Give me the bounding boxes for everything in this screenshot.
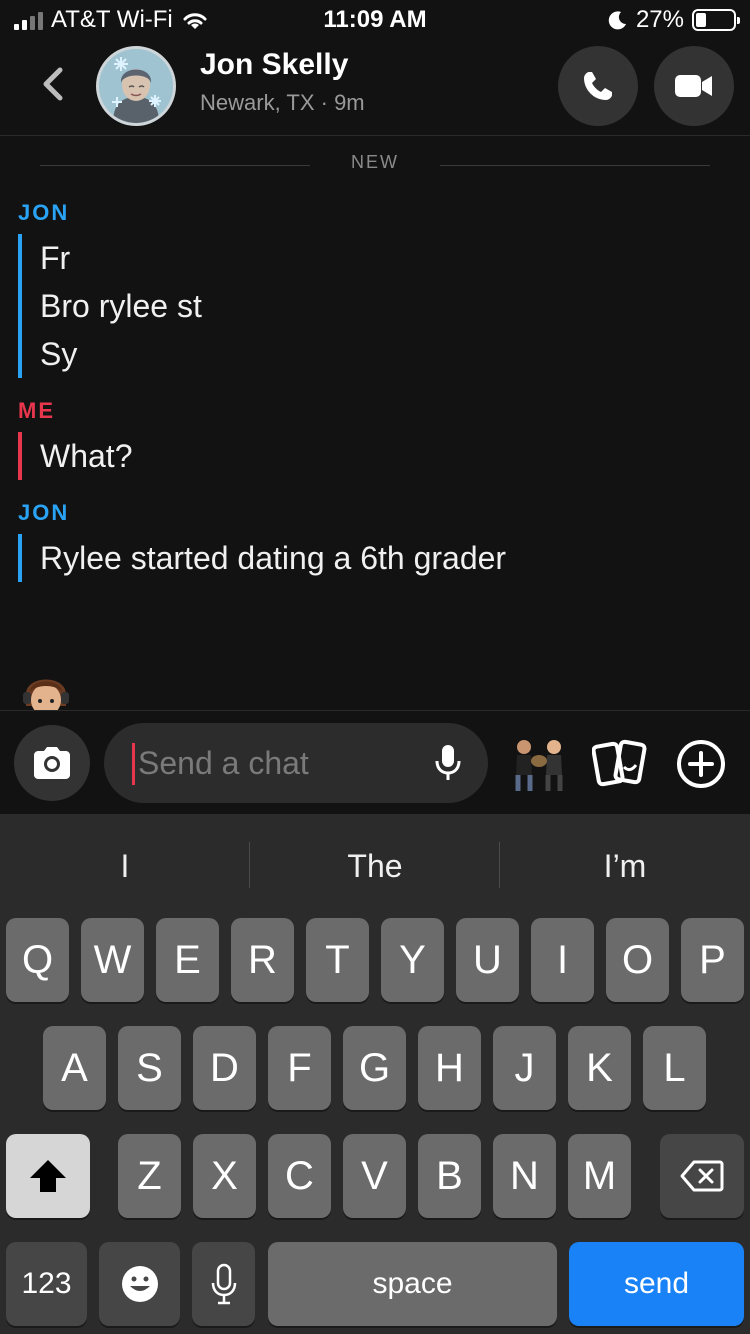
battery-icon xyxy=(692,9,740,31)
video-call-button[interactable] xyxy=(654,46,734,126)
key-z[interactable]: Z xyxy=(118,1134,181,1218)
message-text[interactable]: What? xyxy=(40,432,132,480)
emoji-icon xyxy=(121,1266,158,1302)
message-text[interactable]: Bro rylee st xyxy=(40,282,202,330)
quicktype-bar: I The I’m xyxy=(0,814,750,914)
microphone-icon xyxy=(211,1263,236,1305)
divider-label: NEW xyxy=(351,152,399,172)
backspace-icon xyxy=(680,1160,724,1192)
key-l[interactable]: L xyxy=(643,1026,706,1110)
back-chevron-icon[interactable] xyxy=(34,64,74,104)
phone-icon xyxy=(584,72,612,100)
key-n[interactable]: N xyxy=(493,1134,556,1218)
key-e[interactable]: E xyxy=(156,918,219,1002)
suggestion-1[interactable]: I xyxy=(0,842,250,890)
suggestion-2[interactable]: The xyxy=(250,842,500,890)
contact-name[interactable]: Jon Skelly xyxy=(200,48,348,82)
chat-input-bar: Send a chat xyxy=(0,710,750,814)
text-caret xyxy=(132,743,135,785)
message-group: Rylee started dating a 6th grader xyxy=(18,534,506,582)
key-q[interactable]: Q xyxy=(6,918,69,1002)
send-key[interactable]: send xyxy=(569,1242,744,1326)
bitmoji-button[interactable] xyxy=(508,735,572,795)
sender-label: JON xyxy=(18,500,70,525)
key-w[interactable]: W xyxy=(81,918,144,1002)
battery-percent: 27% xyxy=(635,6,684,33)
key-s[interactable]: S xyxy=(118,1026,181,1110)
bitmoji-peek-icon xyxy=(23,679,69,710)
cards-icon xyxy=(591,739,647,787)
key-u[interactable]: U xyxy=(456,918,519,1002)
bitmoji-sticker-icon xyxy=(515,740,563,791)
key-f[interactable]: F xyxy=(268,1026,331,1110)
key-d[interactable]: D xyxy=(193,1026,256,1110)
key-x[interactable]: X xyxy=(193,1134,256,1218)
key-i[interactable]: I xyxy=(531,918,594,1002)
key-o[interactable]: O xyxy=(606,918,669,1002)
camera-icon xyxy=(34,747,70,779)
video-camera-icon xyxy=(675,75,712,97)
chat-header: Jon Skelly Newark, TX · 9m xyxy=(0,40,750,136)
message-text[interactable]: Fr xyxy=(40,234,202,282)
emoji-key[interactable] xyxy=(99,1242,180,1326)
key-m[interactable]: M xyxy=(568,1134,631,1218)
plus-button[interactable] xyxy=(676,739,726,789)
key-t[interactable]: T xyxy=(306,918,369,1002)
voice-call-button[interactable] xyxy=(558,46,638,126)
shift-key[interactable] xyxy=(6,1134,90,1218)
stickers-button[interactable] xyxy=(591,737,648,791)
keyboard: I The I’m Q W E R T Y U I O P A S D F G … xyxy=(0,814,750,1334)
avatar[interactable] xyxy=(96,46,176,126)
chat-input-placeholder: Send a chat xyxy=(138,745,309,781)
key-v[interactable]: V xyxy=(343,1134,406,1218)
message-group: Fr Bro rylee st Sy xyxy=(18,234,202,378)
key-c[interactable]: C xyxy=(268,1134,331,1218)
sender-label: JON xyxy=(18,200,70,225)
moon-icon xyxy=(608,11,626,30)
microphone-icon[interactable] xyxy=(434,743,462,783)
new-messages-divider: NEW xyxy=(40,152,710,176)
key-r[interactable]: R xyxy=(231,918,294,1002)
plus-circle-icon xyxy=(677,740,725,788)
shift-arrow-icon xyxy=(30,1160,66,1192)
key-a[interactable]: A xyxy=(43,1026,106,1110)
chat-input[interactable]: Send a chat xyxy=(104,723,488,803)
key-y[interactable]: Y xyxy=(381,918,444,1002)
key-h[interactable]: H xyxy=(418,1026,481,1110)
key-k[interactable]: K xyxy=(568,1026,631,1110)
key-b[interactable]: B xyxy=(418,1134,481,1218)
key-j[interactable]: J xyxy=(493,1026,556,1110)
friend-bitmoji-peek xyxy=(18,666,74,710)
key-p[interactable]: P xyxy=(681,918,744,1002)
contact-location-time: Newark, TX · 9m xyxy=(200,90,365,115)
message-group: What? xyxy=(18,432,132,480)
sender-label: ME xyxy=(18,398,55,423)
status-bar: AT&T Wi-Fi 11:09 AM 27% xyxy=(0,0,750,40)
bitmoji-avatar-icon xyxy=(99,49,173,123)
suggestion-3[interactable]: I’m xyxy=(500,842,750,890)
key-g[interactable]: G xyxy=(343,1026,406,1110)
message-text[interactable]: Rylee started dating a 6th grader xyxy=(40,534,506,582)
dictation-key[interactable] xyxy=(192,1242,255,1326)
message-text[interactable]: Sy xyxy=(40,330,202,378)
backspace-key[interactable] xyxy=(660,1134,744,1218)
numbers-key[interactable]: 123 xyxy=(6,1242,87,1326)
space-key[interactable]: space xyxy=(268,1242,557,1326)
camera-button[interactable] xyxy=(14,725,90,801)
